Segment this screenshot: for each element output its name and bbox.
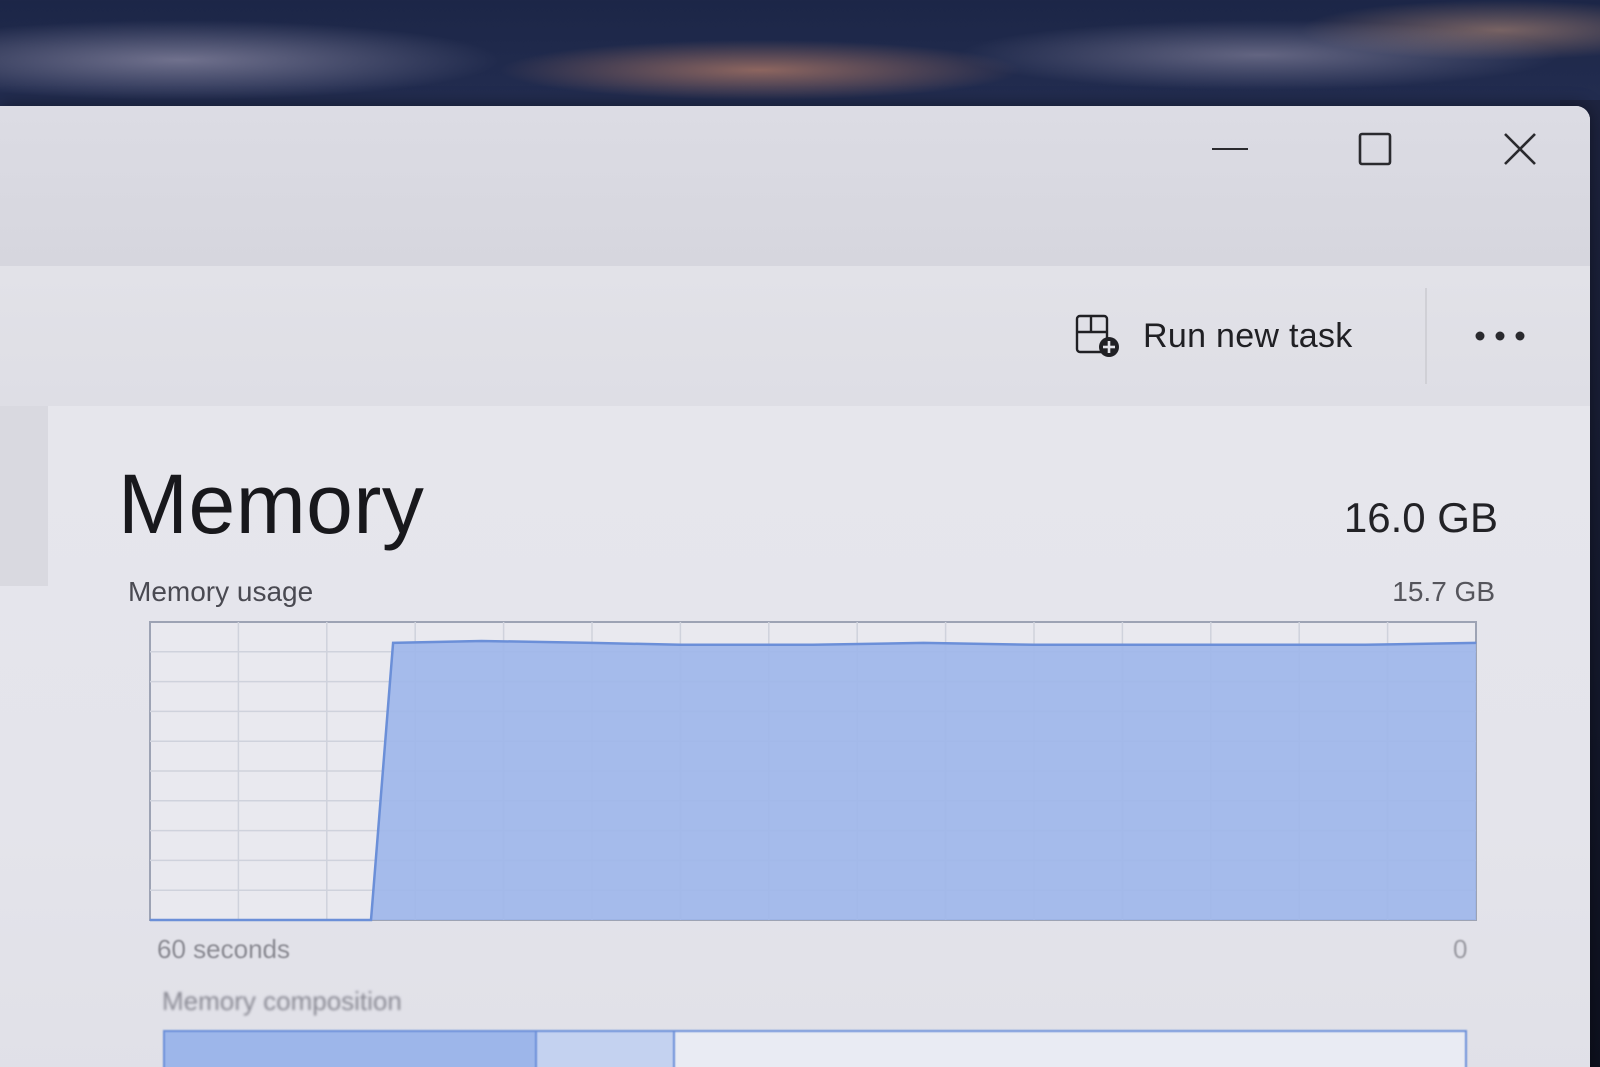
memory-usage-point bbox=[679, 644, 681, 646]
more-options-icon bbox=[1475, 331, 1525, 341]
memory-usage-point bbox=[370, 919, 372, 921]
memory-usage-point bbox=[1365, 644, 1366, 646]
memory-usage-point bbox=[1144, 644, 1145, 646]
memory-usage-chart bbox=[149, 621, 1477, 922]
desktop-background bbox=[0, 0, 1600, 120]
memory-usage-max: 15.7 GB bbox=[1392, 576, 1495, 607]
title-bar bbox=[0, 106, 1590, 267]
memory-usage-point bbox=[392, 642, 394, 644]
run-new-task-label: Run new task bbox=[1143, 316, 1353, 355]
run-task-icon bbox=[1075, 314, 1119, 357]
close-icon bbox=[1504, 133, 1536, 165]
memory-usage-point bbox=[812, 644, 814, 646]
x-axis-left-label: 60 seconds bbox=[157, 934, 290, 964]
minimize-button[interactable] bbox=[1170, 114, 1290, 184]
memory-usage-point bbox=[923, 642, 924, 644]
memory-usage-point bbox=[1254, 644, 1256, 646]
total-memory: 16.0 GB bbox=[1343, 494, 1498, 541]
memory-usage-point bbox=[1475, 642, 1477, 644]
run-new-task-button[interactable]: Run new task bbox=[1075, 308, 1353, 364]
memory-composition-label: Memory composition bbox=[162, 986, 402, 1016]
close-button[interactable] bbox=[1460, 114, 1580, 184]
more-options-button[interactable] bbox=[1460, 308, 1540, 364]
memory-usage-point bbox=[1033, 644, 1035, 646]
memory-composition-bar bbox=[163, 1030, 1467, 1067]
page-title: Memory bbox=[118, 457, 425, 551]
maximize-button[interactable] bbox=[1315, 114, 1435, 184]
composition-modified-segment bbox=[537, 1032, 675, 1067]
memory-usage-point bbox=[481, 640, 482, 642]
composition-standby-segment bbox=[675, 1032, 1465, 1067]
toolbar-divider bbox=[1425, 288, 1427, 384]
memory-usage-point bbox=[591, 642, 593, 644]
maximize-icon bbox=[1358, 132, 1392, 166]
memory-performance-panel: Memory 16.0 GB Memory usage 15.7 GB 60 s… bbox=[0, 406, 1590, 1067]
minimize-icon bbox=[1212, 148, 1248, 150]
memory-usage-label: Memory usage bbox=[128, 576, 314, 607]
task-manager-window: Run new task Memory 16.0 GB Memory usage… bbox=[0, 106, 1590, 1067]
memory-usage-point bbox=[149, 919, 151, 921]
command-bar: Run new task bbox=[0, 266, 1590, 407]
sidebar-edge bbox=[0, 406, 48, 586]
x-axis-right-label: 0 bbox=[1453, 934, 1468, 964]
composition-in-use-segment bbox=[165, 1032, 537, 1067]
